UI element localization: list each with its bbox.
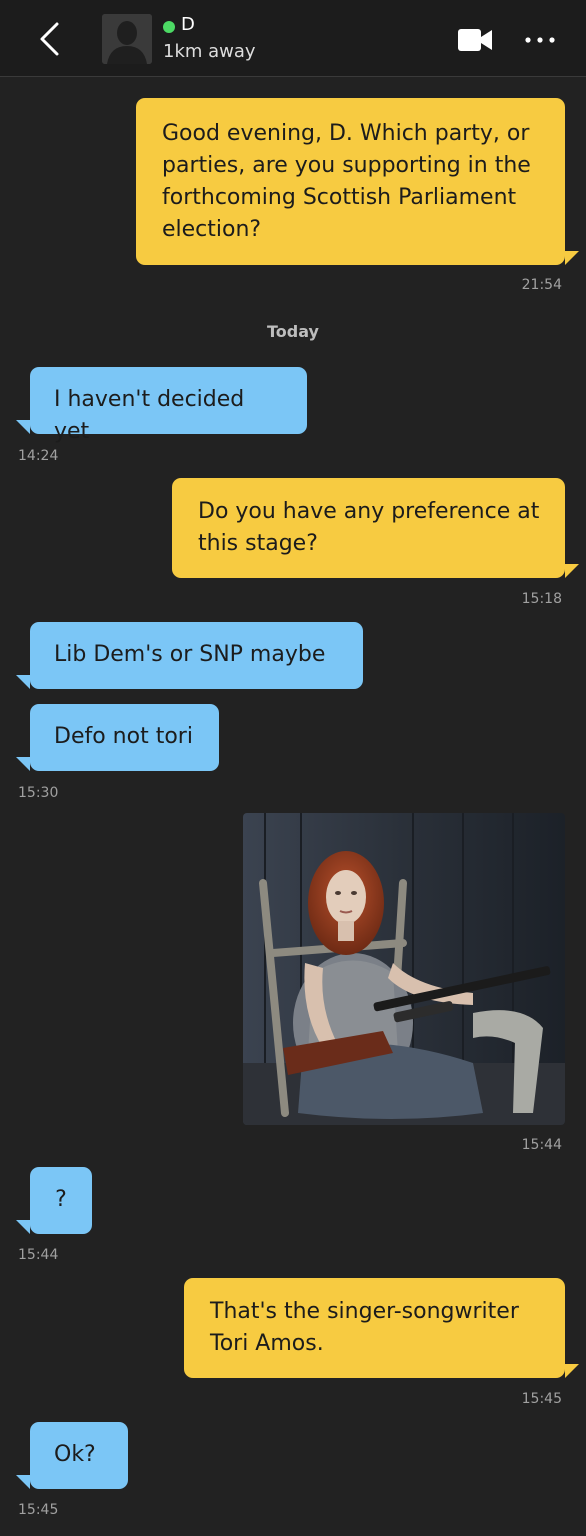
photo-woman-with-rifle [243, 813, 565, 1125]
incoming-bubble-tail [16, 757, 30, 771]
avatar[interactable] [102, 14, 152, 64]
incoming-bubble-tail [16, 1475, 30, 1489]
outgoing-bubble-tail [565, 564, 579, 578]
day-separator: Today [267, 322, 319, 341]
video-camera-icon [458, 29, 492, 51]
outgoing-message-bubble[interactable]: Do you have any preference at this stage… [172, 478, 565, 578]
chevron-left-icon [40, 22, 59, 56]
message-text: Good evening, D. Which party, or parties… [162, 121, 531, 242]
outgoing-message-bubble[interactable]: Good evening, D. Which party, or parties… [136, 98, 565, 265]
message-timestamp: 15:18 [521, 591, 562, 607]
message-text: I haven't decided yet [54, 387, 245, 444]
incoming-bubble-tail [16, 1220, 30, 1234]
outgoing-bubble-tail [565, 251, 579, 265]
message-text: Lib Dem's or SNP maybe [54, 642, 326, 667]
incoming-message-bubble[interactable]: I haven't decided yet [30, 367, 307, 444]
more-options-button[interactable] [522, 30, 558, 50]
incoming-message-bubble[interactable]: Defo not tori [30, 704, 219, 771]
incoming-bubble-tail [16, 420, 30, 434]
incoming-message-bubble[interactable]: ? [30, 1167, 92, 1234]
video-call-button[interactable] [458, 28, 492, 52]
message-timestamp: 15:30 [18, 785, 59, 801]
online-status-dot [163, 21, 175, 33]
contact-name[interactable]: D [181, 14, 195, 35]
message-text: That's the singer-songwriter Tori Amos. [210, 1299, 519, 1356]
message-timestamp: 14:24 [18, 448, 59, 464]
message-timestamp: 15:44 [521, 1137, 562, 1153]
message-timestamp: 21:54 [521, 277, 562, 293]
incoming-bubble-tail [16, 675, 30, 689]
message-timestamp: 15:45 [18, 1502, 59, 1518]
chat-header: D 1km away [0, 0, 586, 77]
message-text: Ok? [54, 1442, 96, 1467]
person-silhouette-icon [102, 14, 152, 64]
shared-photo[interactable] [243, 813, 565, 1125]
message-text: Defo not tori [54, 724, 193, 749]
incoming-message-bubble[interactable]: Lib Dem's or SNP maybe [30, 622, 363, 689]
contact-distance: 1km away [163, 41, 256, 62]
outgoing-bubble-tail [565, 1364, 579, 1378]
message-text: Do you have any preference at this stage… [198, 499, 540, 556]
message-timestamp: 15:44 [18, 1247, 59, 1263]
message-timestamp: 15:45 [521, 1391, 562, 1407]
incoming-message-bubble[interactable]: Ok? [30, 1422, 128, 1489]
outgoing-message-bubble[interactable]: That's the singer-songwriter Tori Amos. [184, 1278, 565, 1378]
more-dots-icon [525, 37, 555, 43]
message-text: ? [55, 1187, 67, 1212]
back-button[interactable] [36, 20, 66, 58]
